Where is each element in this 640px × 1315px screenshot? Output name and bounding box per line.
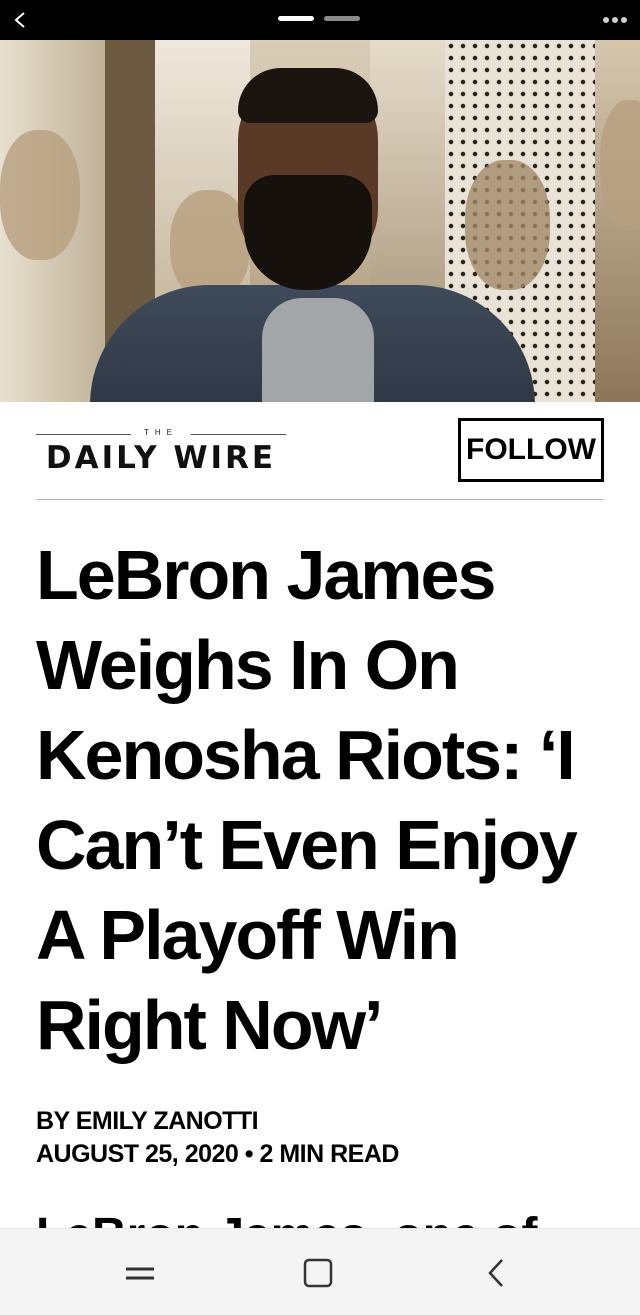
- daily-wire-logo[interactable]: THE DAILY WIRE: [36, 428, 286, 478]
- author-name[interactable]: BY EMILY ZANOTTI: [36, 1105, 616, 1138]
- page-indicator-inactive[interactable]: [324, 16, 360, 21]
- article-byline: BY EMILY ZANOTTI AUGUST 25, 2020 • 2 MIN…: [36, 1105, 616, 1171]
- chevron-left-icon: [14, 12, 25, 28]
- publisher-masthead: THE DAILY WIRE FOLLOW: [36, 418, 604, 500]
- more-dot: [612, 17, 618, 23]
- publish-date: AUGUST 25, 2020: [36, 1140, 239, 1168]
- more-dot: [621, 17, 627, 23]
- system-back-button[interactable]: [466, 1251, 526, 1295]
- read-time: 2 MIN READ: [259, 1140, 400, 1168]
- system-navigation-bar: [0, 1228, 640, 1315]
- back-chevron-icon: [488, 1259, 503, 1287]
- back-button[interactable]: [0, 0, 40, 40]
- meta-separator: •: [244, 1140, 254, 1168]
- home-square-icon: [303, 1258, 333, 1288]
- logo-the: THE: [144, 428, 178, 437]
- subject-hair: [238, 68, 378, 123]
- background-portrait: [0, 130, 80, 260]
- subject-shirt: [262, 298, 374, 402]
- hero-image[interactable]: [0, 40, 640, 402]
- recent-apps-icon: [126, 1267, 154, 1280]
- more-dots-icon: [603, 17, 609, 23]
- page-indicator-active[interactable]: [278, 16, 314, 21]
- background-portrait: [600, 100, 640, 230]
- recent-apps-button[interactable]: [110, 1251, 170, 1295]
- more-options-button[interactable]: [590, 0, 640, 40]
- article-meta: AUGUST 25, 2020 • 2 MIN READ: [36, 1138, 616, 1171]
- page-indicator: [278, 16, 360, 21]
- follow-button[interactable]: FOLLOW: [458, 418, 604, 482]
- top-app-bar: [0, 0, 640, 40]
- subject-beard: [244, 175, 372, 290]
- logo-wordmark: DAILY WIRE: [45, 440, 277, 476]
- home-button[interactable]: [288, 1251, 348, 1295]
- background-portrait: [465, 160, 550, 290]
- article-headline: LeBron James Weighs In On Kenosha Riots:…: [36, 536, 578, 1064]
